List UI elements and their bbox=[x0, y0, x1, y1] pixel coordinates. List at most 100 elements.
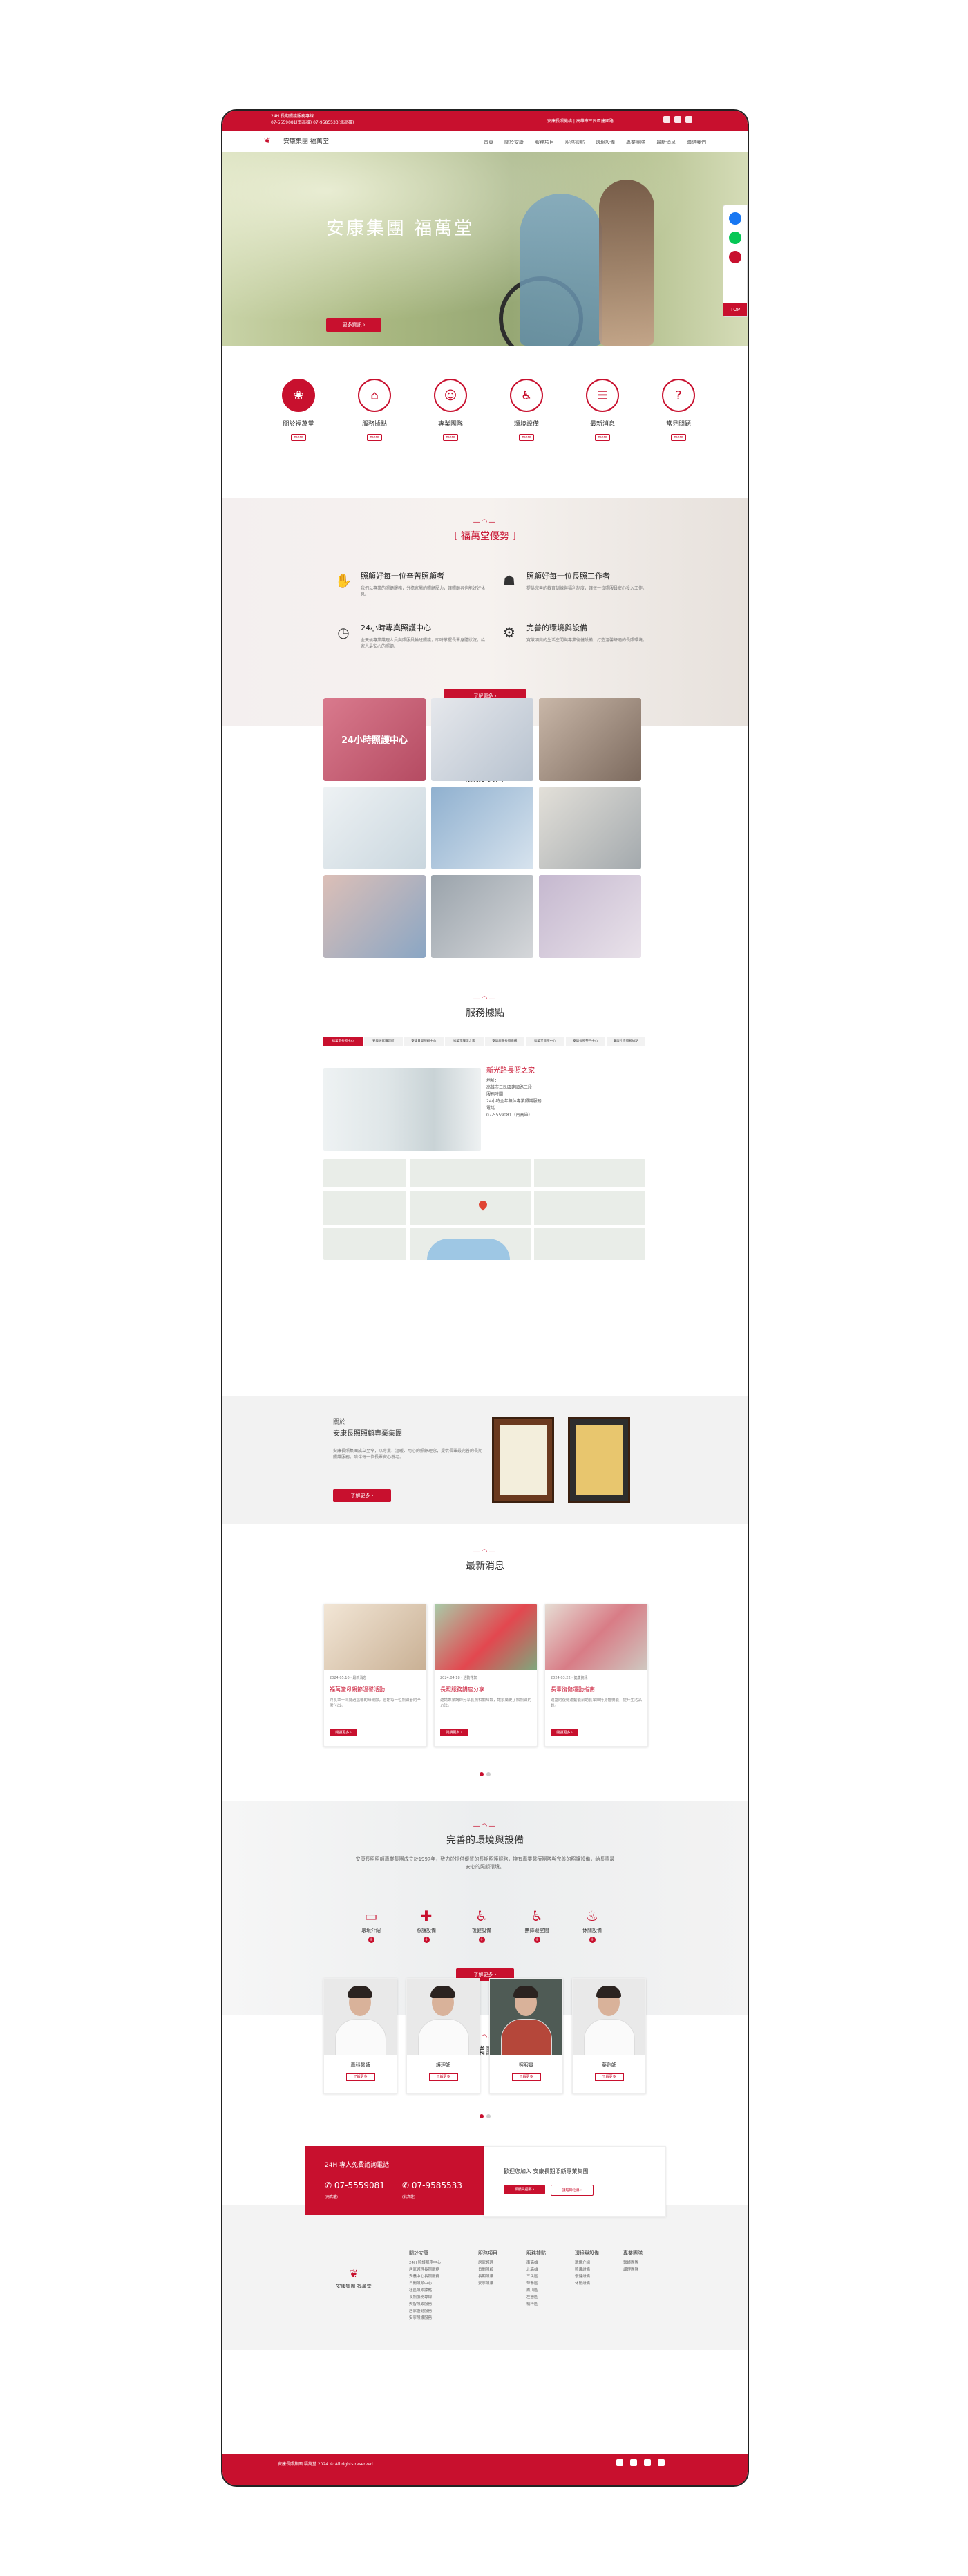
service-card[interactable] bbox=[323, 787, 426, 869]
line-icon[interactable] bbox=[658, 2459, 665, 2466]
news-card[interactable]: 2024.03.22 · 健康資訊 長輩復健運動指南 適當的復健運動能幫助長輩維… bbox=[544, 1604, 648, 1747]
footer-logo[interactable]: ❦ 安康集團 福萬堂 bbox=[326, 2267, 381, 2290]
location-tab[interactable]: 安康日間照顧中心 bbox=[404, 1037, 444, 1046]
caregiver-recruit-button[interactable]: 照服員招募 › bbox=[504, 2185, 545, 2194]
location-tab[interactable]: 福萬堂護理之家 bbox=[444, 1037, 484, 1046]
news-more-button[interactable]: 閱讀更多 › bbox=[440, 1729, 468, 1736]
team-card[interactable]: 藥劑師 了解更多 bbox=[572, 1978, 646, 2094]
service-card[interactable] bbox=[539, 787, 641, 869]
quick-faq[interactable]: ? 常見問題 more bbox=[651, 379, 706, 441]
hotline-numbers[interactable]: 07-5559081(南高雄) 07-9585533(北高雄) bbox=[271, 120, 354, 126]
nav-links: 首頁 關於安康 服務項目 服務據點 環境設備 專業團隊 最新消息 聯絡我們 bbox=[484, 139, 706, 146]
team-card[interactable]: 專科醫師 了解更多 bbox=[323, 1978, 397, 2094]
nav-locations[interactable]: 服務據點 bbox=[565, 139, 585, 146]
member-photo bbox=[573, 1979, 645, 2055]
pagination-dot[interactable] bbox=[486, 2114, 491, 2118]
line-icon[interactable] bbox=[729, 232, 741, 244]
pagination-dot[interactable] bbox=[480, 2114, 484, 2118]
house-icon: ⌂ bbox=[358, 379, 391, 412]
pagination-dot[interactable] bbox=[480, 1772, 484, 1776]
location-map[interactable] bbox=[323, 1159, 645, 1260]
location-tabs: 福萬堂長照中心 安康居家護理所 安康日間照顧中心 福萬堂護理之家 安康居家長照機… bbox=[323, 1037, 645, 1046]
news-more-button[interactable]: 閱讀更多 › bbox=[551, 1729, 578, 1736]
top-info-bar: 24H 長期照護服務專線 07-5559081(南高雄) 07-9585533(… bbox=[222, 111, 748, 131]
facebook-icon[interactable] bbox=[663, 116, 670, 123]
quick-environment[interactable]: ♿ 環境設備 more bbox=[499, 379, 554, 441]
environment-desc: 安康長照照顧專業集團成立於1997年，致力於提供優質的長期照護服務，擁有專業醫療… bbox=[355, 1856, 615, 1870]
service-card[interactable] bbox=[431, 787, 533, 869]
about-more-button[interactable]: 了解更多 › bbox=[333, 1489, 391, 1502]
news-more-button[interactable]: 閱讀更多 › bbox=[330, 1729, 357, 1736]
plus-icon: + bbox=[478, 1937, 485, 1943]
instagram-icon[interactable] bbox=[644, 2459, 651, 2466]
hero-more-button[interactable]: 更多資訊 › bbox=[326, 318, 381, 332]
team-card[interactable]: 護理師 了解更多 bbox=[406, 1978, 480, 2094]
service-card[interactable] bbox=[431, 698, 533, 781]
youtube-icon[interactable] bbox=[674, 116, 681, 123]
phone-south[interactable]: ✆ 07-5559081 bbox=[325, 2181, 385, 2190]
about-desc: 安康長照集團成立至今，以專業、溫暖、用心的照顧理念，提供長輩最完善的長期照護服務… bbox=[333, 1449, 483, 1460]
map-pin-icon[interactable] bbox=[477, 1198, 489, 1211]
rehab-icon: ♿ bbox=[475, 1908, 488, 1924]
facebook-icon[interactable] bbox=[616, 2459, 623, 2466]
quick-news[interactable]: ☰ 最新消息 more bbox=[575, 379, 630, 441]
env-item[interactable]: ✚ 照護設備 + bbox=[406, 1908, 447, 1943]
section-ornament-icon: —◠— bbox=[473, 2033, 497, 2041]
env-item[interactable]: ♿ 復健設備 + bbox=[461, 1908, 502, 1943]
news-title: 最新消息 bbox=[466, 1561, 504, 1572]
nav-contact[interactable]: 聯絡我們 bbox=[687, 139, 706, 146]
location-tab[interactable]: 安康社區照顧據點 bbox=[606, 1037, 645, 1046]
instagram-icon[interactable] bbox=[685, 116, 692, 123]
nav-team[interactable]: 專業團隊 bbox=[626, 139, 645, 146]
phone-icon[interactable] bbox=[729, 251, 741, 263]
nav-services[interactable]: 服務項目 bbox=[535, 139, 554, 146]
question-icon: ? bbox=[662, 379, 695, 412]
nurse-icon: ✚ bbox=[420, 1908, 433, 1924]
service-card[interactable]: 24小時照護中心 bbox=[323, 698, 426, 781]
copyright-bar: 安康長照集團 福萬堂 2024 © All rights reserved. bbox=[222, 2454, 748, 2485]
env-item[interactable]: ♿ 無障礙空間 + bbox=[516, 1908, 558, 1943]
phone-north[interactable]: ✆ 07-9585533 bbox=[402, 2181, 462, 2190]
location-tab[interactable]: 安康長照整合中心 bbox=[566, 1037, 605, 1046]
hotline-box: 24H 專人免費諮詢電話 ✆ 07-5559081 (南高雄) ✆ 07-958… bbox=[305, 2146, 484, 2215]
about-title: 安康長照照顧專業集團 bbox=[333, 1430, 402, 1438]
about-pre: 關於 bbox=[333, 1419, 346, 1426]
env-item[interactable]: ▭ 環境介紹 + bbox=[350, 1908, 392, 1943]
quick-team[interactable]: ☺ 專業團隊 more bbox=[423, 379, 478, 441]
news-image bbox=[435, 1604, 537, 1670]
location-tab[interactable]: 安康居家護理所 bbox=[363, 1037, 403, 1046]
service-card[interactable] bbox=[323, 875, 426, 958]
nav-home[interactable]: 首頁 bbox=[484, 139, 493, 146]
plus-icon: + bbox=[423, 1937, 430, 1943]
nurse-recruit-button[interactable]: 護理師招募 › bbox=[551, 2185, 594, 2196]
back-to-top-button[interactable]: TOP bbox=[723, 303, 747, 316]
quick-locations[interactable]: ⌂ 服務據點 more bbox=[347, 379, 402, 441]
team-card[interactable]: 照服員 了解更多 bbox=[489, 1978, 563, 2094]
youtube-icon[interactable] bbox=[630, 2459, 637, 2466]
location-tab[interactable]: 安康居家長照機構 bbox=[485, 1037, 524, 1046]
service-card[interactable] bbox=[539, 698, 641, 781]
env-item[interactable]: ♨ 休閒設備 + bbox=[571, 1908, 613, 1943]
service-card[interactable] bbox=[539, 875, 641, 958]
footer-col: 專業團隊 醫師團隊 護理團隊 bbox=[623, 2250, 643, 2272]
nav-news[interactable]: 最新消息 bbox=[656, 139, 676, 146]
pagination-dot[interactable] bbox=[486, 1772, 491, 1776]
logo-text: 安康集團 福萬堂 bbox=[283, 138, 329, 145]
nav-environment[interactable]: 環境設備 bbox=[596, 139, 615, 146]
recruit-title: 歡迎您加入 安康長期照顧專業集團 bbox=[504, 2168, 589, 2174]
messenger-icon[interactable] bbox=[729, 212, 741, 225]
location-tab[interactable]: 福萬堂長照中心 bbox=[323, 1037, 363, 1046]
quick-about[interactable]: ❀ 關於福萬堂 more bbox=[271, 379, 326, 441]
site-logo[interactable]: ❦ 安康集團 福萬堂 bbox=[264, 135, 329, 145]
hero-title: 安康集團 福萬堂 bbox=[326, 218, 475, 239]
location-tab[interactable]: 福萬堂日照中心 bbox=[525, 1037, 564, 1046]
news-card[interactable]: 2024.04.18 · 活動花絮 長照服務講座分享 邀請專業講師分享長照相關知… bbox=[434, 1604, 538, 1747]
news-image bbox=[324, 1604, 426, 1670]
worker-icon: ☗ bbox=[503, 572, 515, 589]
advantage-item: ✋ 照顧好每一位辛苦照顧者 我們以專業的照顧服務，分擔家屬的照顧壓力，讓照顧者也… bbox=[333, 570, 485, 598]
service-card[interactable] bbox=[431, 875, 533, 958]
news-card[interactable]: 2024.05.10 · 最新消息 福萬堂母親節溫馨活動 與長輩一同度過溫馨的母… bbox=[323, 1604, 427, 1747]
certificate-image bbox=[568, 1417, 630, 1503]
nav-about[interactable]: 關於安康 bbox=[504, 139, 524, 146]
care-hands-icon: ✋ bbox=[334, 572, 352, 589]
